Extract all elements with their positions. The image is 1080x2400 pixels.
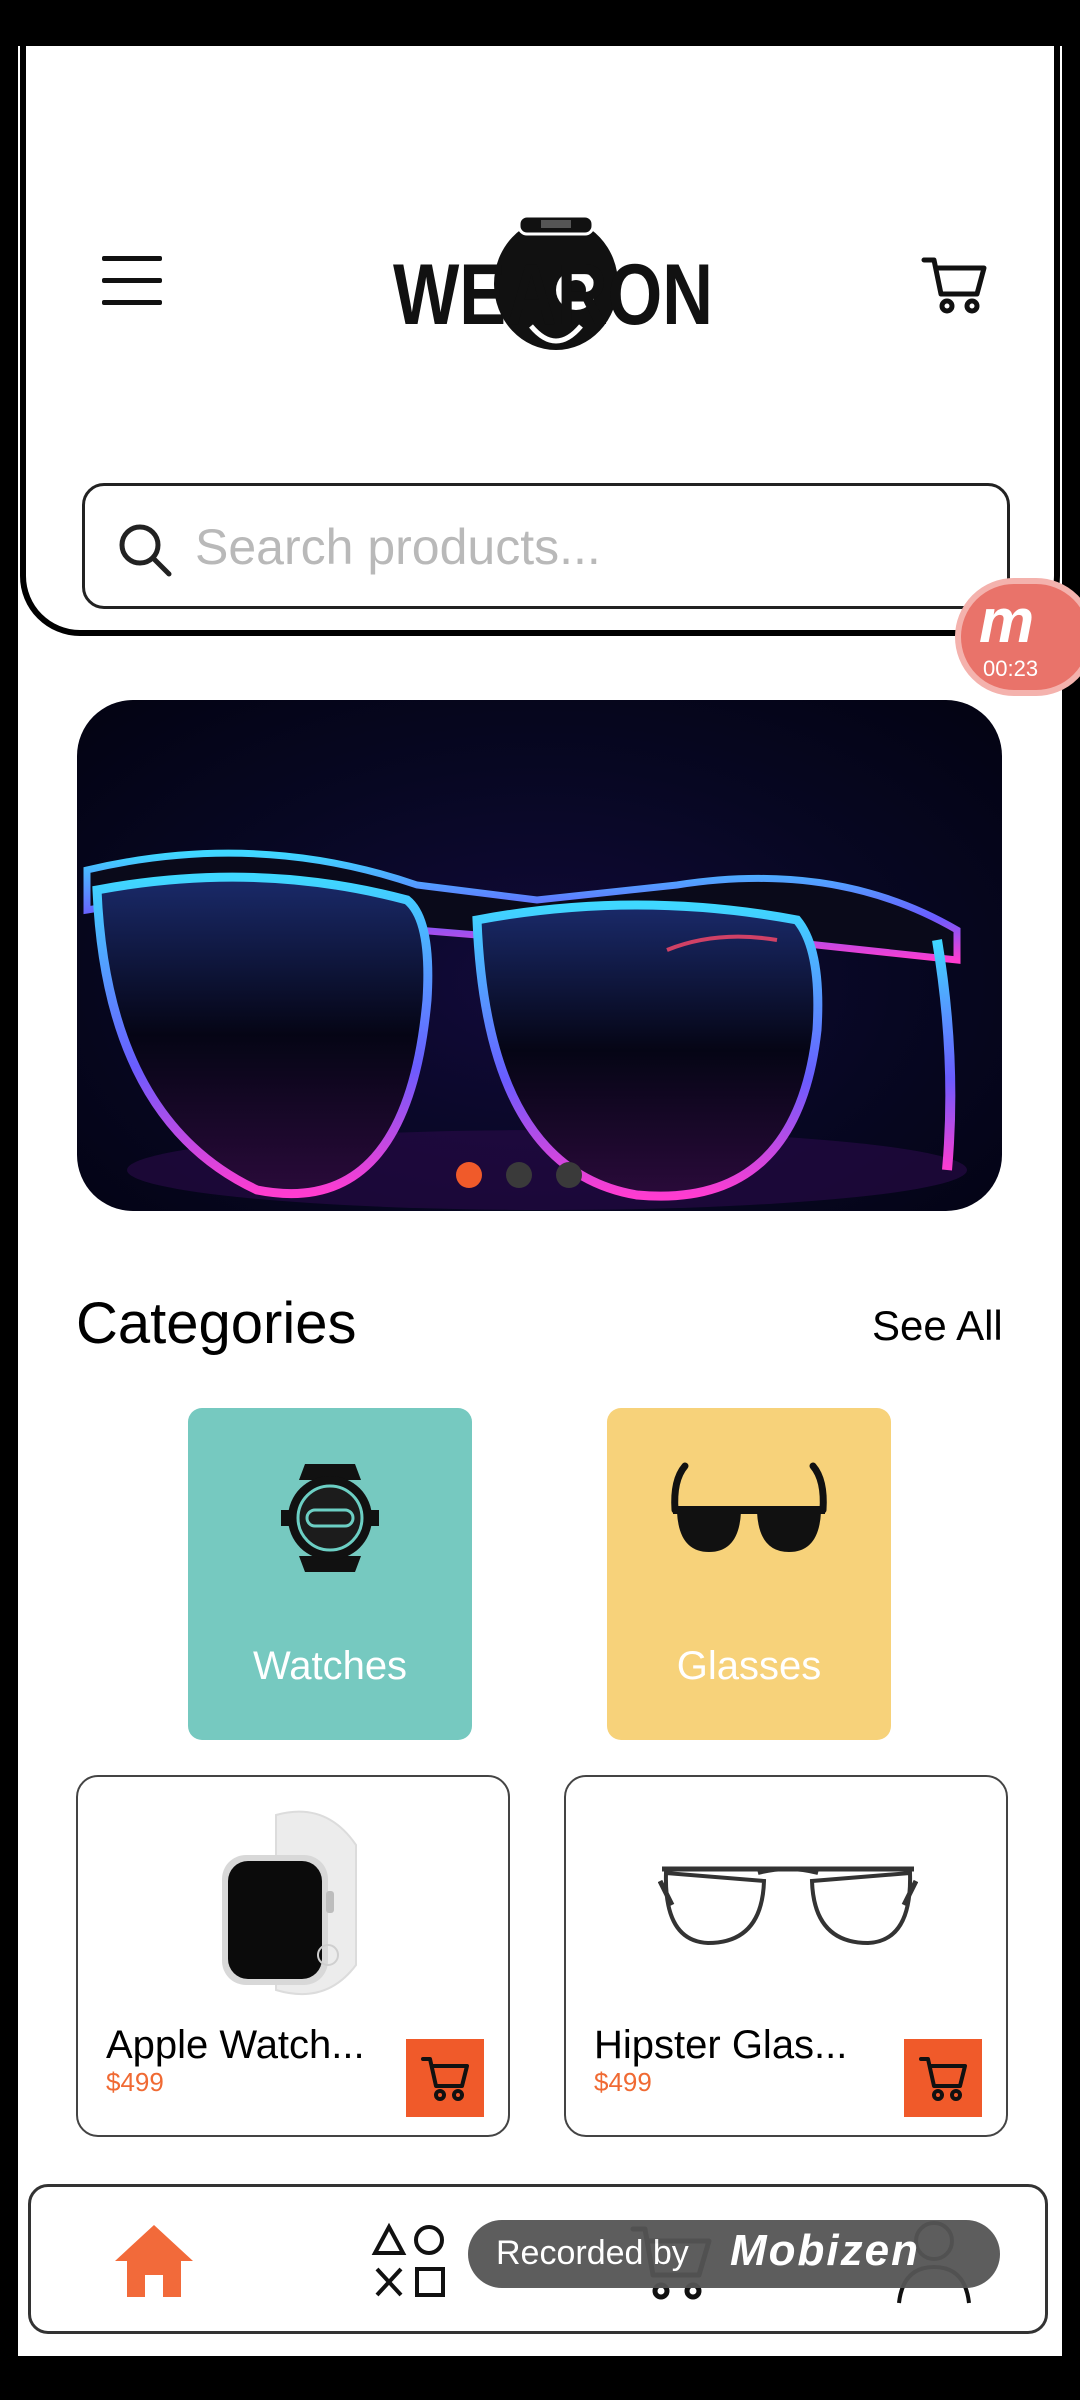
promo-banner[interactable] (77, 700, 1002, 1211)
recording-time: 00:23 (983, 656, 1039, 681)
carousel-dot[interactable] (506, 1162, 532, 1188)
product-card-apple-watch[interactable]: Apple Watch... $499 (76, 1775, 510, 2137)
product-card-hipster-glasses[interactable]: Hipster Glas... $499 (564, 1775, 1008, 2137)
add-to-cart-button[interactable] (904, 2039, 982, 2117)
product-name: Apple Watch... (106, 2023, 365, 2067)
menu-icon[interactable] (102, 256, 164, 306)
product-price: $499 (594, 2067, 652, 2097)
wearon-logo: WEARON (391, 206, 721, 366)
nav-categories[interactable] (367, 2217, 457, 2307)
see-all-link[interactable]: See All (872, 1302, 1003, 1350)
recorder-logo: m (979, 587, 1035, 656)
shapes-icon (371, 2222, 445, 2297)
search-input[interactable] (195, 506, 975, 588)
product-name: Hipster Glas... (594, 2023, 848, 2067)
watermark-brand: Mobizen (730, 2226, 920, 2275)
svg-text:WEARON: WEARON (393, 247, 713, 343)
categories-title: Categories (76, 1291, 357, 1356)
hipster-glasses-image (658, 1866, 918, 1946)
recorder-watermark: Recorded by Mobizen (468, 2220, 1000, 2288)
app-screen: WEARON Search products... Categories See… (18, 46, 1062, 2356)
add-to-cart-button[interactable] (406, 2039, 484, 2117)
home-icon (115, 2225, 193, 2297)
category-glasses[interactable]: Glasses (607, 1408, 891, 1740)
category-label: Watches (252, 1644, 408, 1688)
neon-glasses-image (83, 849, 967, 1210)
carousel-dot-active[interactable] (456, 1162, 482, 1188)
carousel-dot[interactable] (556, 1162, 582, 1188)
watch-icon (281, 1464, 379, 1572)
category-label: Glasses (676, 1644, 822, 1688)
search-bar[interactable] (82, 483, 1010, 609)
apple-watch-image (222, 1810, 357, 1996)
sunglasses-icon (671, 1462, 827, 1552)
cart-icon (421, 2057, 469, 2101)
search-icon (119, 524, 172, 577)
cart-icon (919, 2057, 967, 2101)
header: WEARON (20, 46, 1060, 636)
nav-home[interactable] (109, 2217, 199, 2307)
screen-recorder-badge[interactable]: m 00:23 (955, 578, 1080, 696)
cart-icon[interactable] (921, 254, 989, 316)
category-watches[interactable]: Watches (188, 1408, 472, 1740)
product-price: $499 (106, 2067, 164, 2097)
watermark-prefix: Recorded by (496, 2234, 689, 2272)
